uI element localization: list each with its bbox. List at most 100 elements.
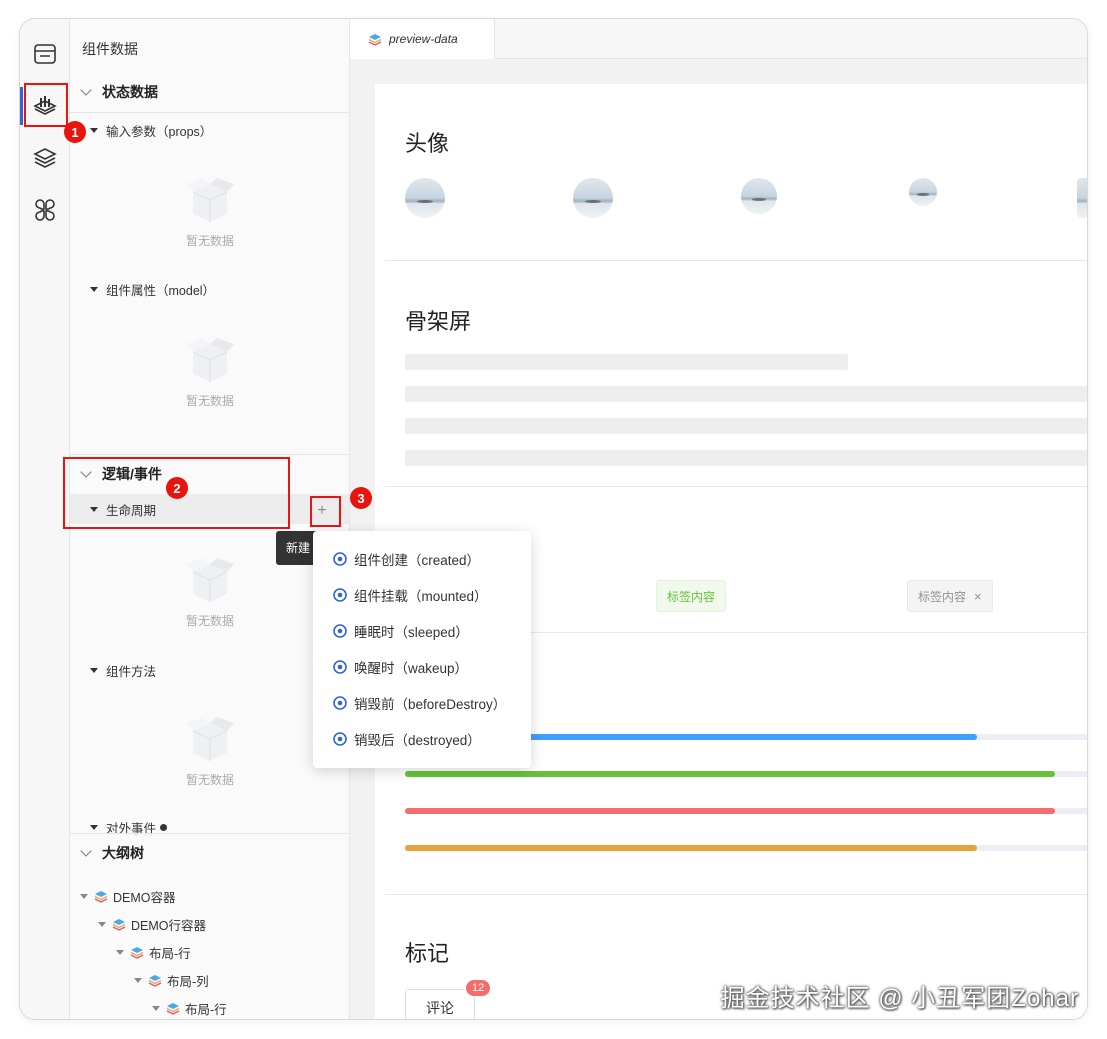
skeleton-line — [405, 418, 1087, 434]
empty-text: 暂无数据 — [185, 234, 234, 248]
divider — [70, 833, 349, 834]
state-data-section[interactable]: 状态数据 — [70, 74, 349, 110]
tab-preview-data[interactable]: preview-data — [350, 19, 495, 59]
panel-title: 组件数据 — [82, 41, 138, 57]
empty-box-icon — [181, 334, 239, 384]
progress-fill — [405, 771, 1055, 777]
menu-item-label: 组件挂载（mounted） — [354, 589, 488, 604]
section-separator — [385, 260, 1087, 261]
progress-fill — [405, 845, 977, 851]
tree-node[interactable]: DEMO行容器 — [98, 914, 206, 934]
avatar-section-title: 头像 — [405, 131, 450, 156]
layers-icon — [368, 34, 382, 46]
section-separator — [385, 894, 1087, 895]
props-group[interactable]: 输入参数（props） — [70, 115, 349, 145]
tag-success: 标签内容 — [656, 580, 727, 612]
skeleton-section-title: 骨架屏 — [405, 309, 472, 334]
comment-button[interactable]: 评论 — [405, 989, 475, 1019]
annotation-box-3 — [310, 496, 341, 527]
close-icon[interactable]: × — [974, 589, 982, 604]
layers-icon — [166, 1003, 180, 1015]
annotation-badge-3: 3 — [350, 487, 372, 509]
layers-icon — [112, 919, 126, 931]
state-data-label: 状态数据 — [102, 84, 158, 100]
outline-tree-section[interactable]: 大纲树 — [70, 835, 349, 871]
menu-item-destroyed[interactable]: 销毁后（destroyed） — [313, 721, 531, 757]
skeleton-line — [405, 386, 1087, 402]
lifecycle-icon — [333, 732, 347, 746]
layers-icon — [148, 975, 162, 987]
avatar — [909, 178, 937, 206]
model-group[interactable]: 组件属性（model） — [70, 274, 349, 304]
menu-item-wakeup[interactable]: 唤醒时（wakeup） — [313, 649, 531, 685]
annotation-badge-1: 1 — [64, 121, 86, 143]
lifecycle-icon — [333, 552, 347, 566]
skeleton-line — [405, 354, 848, 370]
empty-box-icon — [181, 554, 239, 604]
comment-count-badge: 12 — [465, 979, 492, 997]
caret-down-icon — [116, 949, 124, 955]
model-label: 组件属性（model） — [106, 283, 216, 298]
tree-node-label: DEMO行容器 — [131, 918, 207, 933]
menu-item-label: 销毁前（beforeDestroy） — [354, 697, 507, 712]
divider — [70, 454, 349, 455]
chevron-down-icon — [80, 845, 92, 857]
annotation-box-1 — [24, 83, 68, 127]
tree-node[interactable]: DEMO容器 — [80, 886, 176, 906]
props-empty: 暂无数据 — [165, 174, 255, 249]
avatar — [1077, 178, 1087, 218]
lifecycle-empty: 暂无数据 — [165, 554, 255, 629]
tree-node[interactable]: 布局-行 — [152, 998, 227, 1018]
annotation-badge-2: 2 — [166, 477, 188, 499]
avatar — [573, 178, 613, 218]
model-empty: 暂无数据 — [165, 334, 255, 409]
tab-bar: preview-data — [350, 19, 1087, 59]
page-data-icon[interactable] — [20, 31, 70, 77]
empty-text: 暂无数据 — [185, 773, 234, 787]
menu-item-mounted[interactable]: 组件挂载（mounted） — [313, 577, 531, 613]
progress-bar — [405, 845, 1087, 851]
progress-bar — [405, 808, 1087, 814]
empty-box-icon — [181, 174, 239, 224]
layers-icon[interactable] — [20, 135, 70, 181]
tree-node[interactable]: 布局-行 — [116, 942, 191, 962]
caret-down-icon — [90, 824, 98, 830]
menu-item-label: 唤醒时（wakeup） — [354, 661, 469, 676]
skeleton-line — [405, 450, 1087, 466]
section-separator — [385, 486, 1087, 487]
app-window: 组件数据 状态数据 输入参数（props） 暂无数据 组件属性（model） 暂… — [19, 18, 1088, 1020]
lifecycle-dropdown: 组件创建（created） 组件挂载（mounted） 睡眠时（sleeped）… — [313, 531, 531, 768]
methods-group[interactable]: 组件方法 — [70, 655, 349, 685]
info-icon — [160, 823, 168, 831]
menu-item-label: 销毁后（destroyed） — [354, 733, 481, 748]
layers-icon — [94, 891, 108, 903]
tree-node[interactable]: 布局-列 — [134, 970, 209, 990]
avatar — [405, 178, 445, 218]
tab-label: preview-data — [389, 32, 458, 46]
lifecycle-icon — [333, 588, 347, 602]
badge-section-title: 标记 — [405, 941, 450, 966]
menu-item-sleeped[interactable]: 睡眠时（sleeped） — [313, 613, 531, 649]
caret-down-icon — [80, 893, 88, 899]
caret-down-icon — [90, 667, 98, 673]
caret-down-icon — [152, 1005, 160, 1011]
caret-down-icon — [134, 977, 142, 983]
outline-tree-label: 大纲树 — [102, 845, 144, 861]
lifecycle-icon — [333, 660, 347, 674]
empty-text: 暂无数据 — [185, 614, 234, 628]
tree-node-label: 布局-列 — [167, 974, 209, 989]
watermark: 掘金技术社区 @ 小丑军团Zohar — [720, 985, 1079, 1012]
tag-label: 标签内容 — [918, 589, 967, 604]
layers-icon — [130, 947, 144, 959]
tree-node-label: DEMO容器 — [113, 890, 176, 905]
caret-down-icon — [90, 286, 98, 292]
lifecycle-icon — [333, 624, 347, 638]
tree-node-label: 布局-行 — [185, 1002, 227, 1017]
menu-item-created[interactable]: 组件创建（created） — [313, 541, 531, 577]
lifecycle-icon — [333, 696, 347, 710]
menu-item-before-destroy[interactable]: 销毁前（beforeDestroy） — [313, 685, 531, 721]
empty-box-icon — [181, 713, 239, 763]
methods-label: 组件方法 — [106, 664, 157, 679]
empty-text: 暂无数据 — [185, 394, 234, 408]
components-icon[interactable] — [20, 187, 70, 233]
